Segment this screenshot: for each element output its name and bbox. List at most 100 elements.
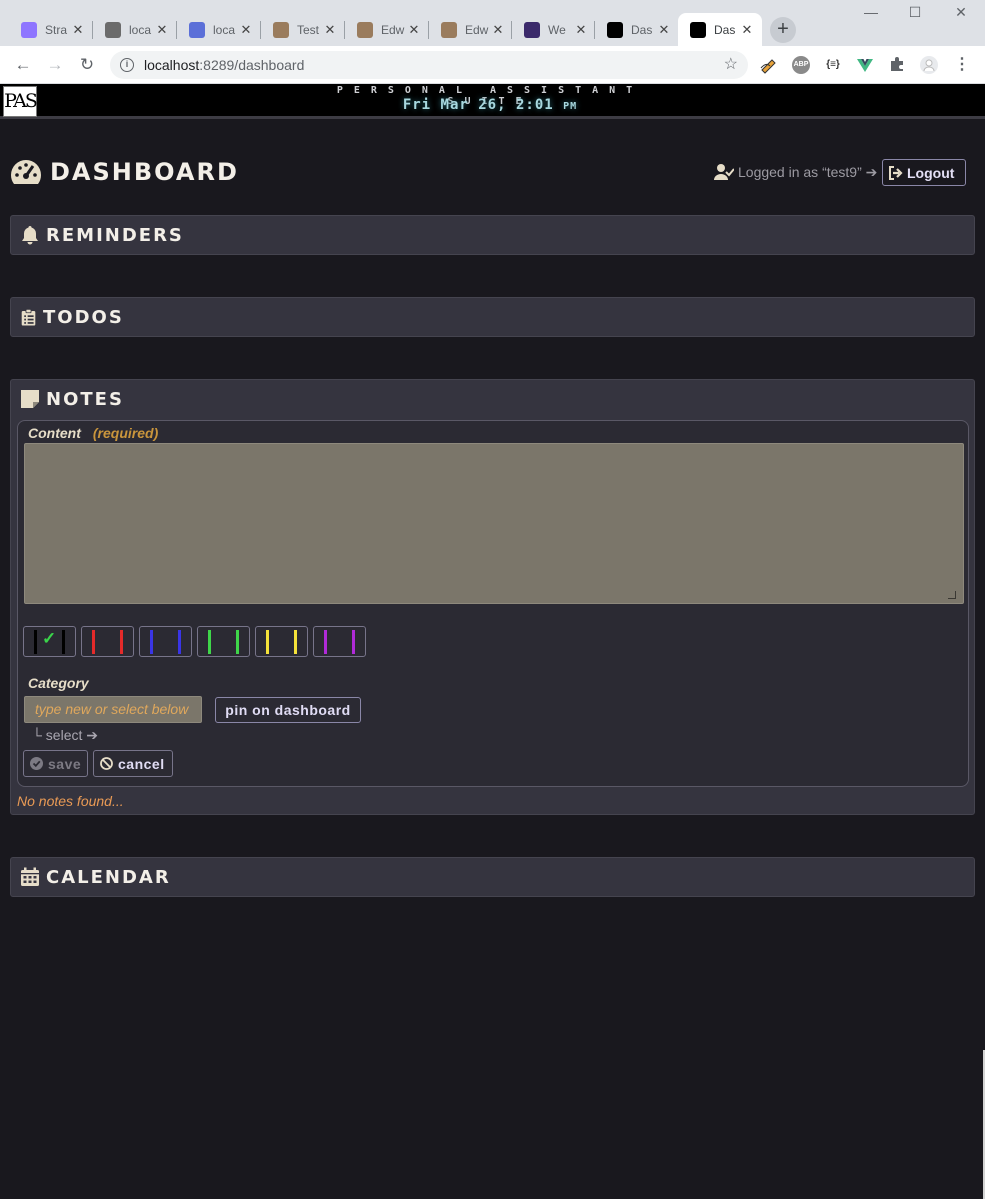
browser-toolbar: ← → ↻ i localhost:8289/dashboard ☆ ABP {… <box>0 46 985 84</box>
puzzle-icon[interactable] <box>888 56 906 74</box>
browser-tab[interactable]: Das ✕ <box>678 13 762 46</box>
color-bar <box>294 630 297 654</box>
sign-out-icon <box>889 165 903 180</box>
save-button[interactable]: save <box>23 750 88 777</box>
clock: Fri Mar 26, 2:01 PM <box>340 97 640 113</box>
pas-logo-icon <box>690 21 706 38</box>
pas-logo[interactable]: PAS <box>3 86 38 117</box>
browser-tab[interactable]: Edw ✕ <box>429 13 513 46</box>
vue-logo-icon <box>357 21 373 38</box>
color-swatch-black[interactable]: ✓ <box>23 626 76 657</box>
category-select-link[interactable]: └ select ➔ <box>32 727 98 744</box>
pencil-icon[interactable] <box>760 56 778 74</box>
kebab-menu-icon[interactable]: ⋮ <box>953 56 971 74</box>
vue-logo-icon <box>273 21 289 38</box>
reminders-header[interactable]: REMINDERS <box>11 216 974 254</box>
color-bar <box>178 630 181 654</box>
color-swatch-purple[interactable] <box>313 626 366 657</box>
save-label: save <box>48 755 82 772</box>
bell-icon <box>22 226 38 245</box>
browser-tab-label: Edw <box>381 22 405 37</box>
browser-tab-label: Das <box>714 22 736 37</box>
browser-tab-label: Das <box>631 22 653 37</box>
gear-icon <box>105 21 121 38</box>
color-swatch-red[interactable] <box>81 626 134 657</box>
resize-grip-icon[interactable] <box>948 591 956 599</box>
close-tab-icon[interactable]: ✕ <box>71 22 85 38</box>
close-tab-icon[interactable]: ✕ <box>740 22 754 38</box>
site-info-icon[interactable]: i <box>120 58 134 72</box>
pin-on-dashboard-button[interactable]: pin on dashboard <box>215 697 361 723</box>
profile-icon[interactable] <box>920 56 938 74</box>
notes-header[interactable]: NOTES <box>11 380 974 418</box>
color-bar <box>208 630 211 654</box>
color-swatch-yellow[interactable] <box>255 626 308 657</box>
abp-icon[interactable]: ABP <box>792 56 810 74</box>
cancel-button[interactable]: cancel <box>93 750 173 777</box>
tab-separator <box>92 21 93 39</box>
user-check-icon <box>714 164 734 180</box>
minimize-icon[interactable]: — <box>861 4 881 20</box>
close-tab-icon[interactable]: ✕ <box>239 22 253 38</box>
vue-logo-icon <box>441 21 457 38</box>
bookmark-star-icon[interactable]: ☆ <box>724 51 738 79</box>
new-tab-button[interactable]: + <box>770 17 796 43</box>
color-bar <box>324 630 327 654</box>
maximize-icon[interactable]: ☐ <box>905 4 925 21</box>
close-tab-icon[interactable]: ✕ <box>407 22 421 38</box>
dashboard-gauge-icon <box>11 160 41 184</box>
tab-separator <box>428 21 429 39</box>
cancel-label: cancel <box>118 755 165 772</box>
url-bar[interactable]: i localhost:8289/dashboard ☆ <box>110 51 748 79</box>
app-header: PAS PERSONAL ASSISTANT SUITE Fri Mar 26,… <box>0 84 985 119</box>
sticky-note-icon <box>21 390 39 408</box>
login-text: Logged in as “test9” ➔ <box>738 163 878 180</box>
close-tab-icon[interactable]: ✕ <box>155 22 169 38</box>
browser-tab[interactable]: loca ✕ <box>93 13 177 46</box>
close-tab-icon[interactable]: ✕ <box>491 22 505 38</box>
close-tab-icon[interactable]: ✕ <box>574 22 588 38</box>
color-bar <box>62 630 65 654</box>
login-info: Logged in as “test9” ➔ <box>714 160 877 184</box>
color-bar <box>120 630 123 654</box>
forward-icon[interactable]: → <box>44 54 66 76</box>
note-form: Content (required) ✓ Category type new or… <box>17 420 969 787</box>
calendar-icon <box>21 867 39 886</box>
browser-tab[interactable]: Das ✕ <box>595 13 679 46</box>
todos-header[interactable]: TODOS <box>11 298 974 336</box>
browser-tab[interactable]: Test ✕ <box>261 13 345 46</box>
clock-ampm: PM <box>563 101 578 112</box>
tab-separator <box>511 21 512 39</box>
color-swatch-green[interactable] <box>197 626 250 657</box>
color-swatch-blue[interactable] <box>139 626 192 657</box>
clipboard-list-icon <box>21 308 36 326</box>
browser-tab-label: Stra <box>45 22 68 37</box>
close-tab-icon[interactable]: ✕ <box>323 22 337 38</box>
pas-logo-icon <box>607 21 623 38</box>
browser-tab-bar: Stra ✕ loca ✕ loca ✕ Test ✕ Edw ✕ Edw ✕ We ✕ Das ✕ Das ✕ … <box>0 0 985 46</box>
color-bar <box>34 630 37 654</box>
strapi-icon <box>21 21 37 38</box>
browser-tab[interactable]: Edw ✕ <box>345 13 429 46</box>
browser-tab-label: Test <box>297 22 320 37</box>
json-icon[interactable]: {≡} <box>824 56 842 74</box>
calendar-header[interactable]: CALENDAR <box>11 858 974 896</box>
content-textarea[interactable] <box>24 443 964 604</box>
reload-icon[interactable]: ↻ <box>76 54 98 76</box>
browser-tab[interactable]: We ✕ <box>512 13 596 46</box>
content-label: Content (required) <box>28 425 158 441</box>
url-path: :8289/dashboard <box>199 57 305 73</box>
browser-tab[interactable]: loca ✕ <box>177 13 261 46</box>
close-tab-icon[interactable]: ✕ <box>657 22 671 38</box>
calendar-title: CALENDAR <box>46 866 171 888</box>
back-icon[interactable]: ← <box>12 54 34 76</box>
browser-tab[interactable]: Stra ✕ <box>9 13 93 46</box>
close-window-icon[interactable]: ✕ <box>951 4 971 21</box>
vue-devtools-icon[interactable] <box>856 56 874 74</box>
todos-title: TODOS <box>43 306 124 328</box>
logout-button[interactable]: Logout <box>882 159 966 186</box>
notes-title: NOTES <box>46 388 124 410</box>
category-label: Category <box>28 675 89 691</box>
ban-icon <box>100 757 113 770</box>
category-input[interactable]: type new or select below <box>24 696 202 723</box>
